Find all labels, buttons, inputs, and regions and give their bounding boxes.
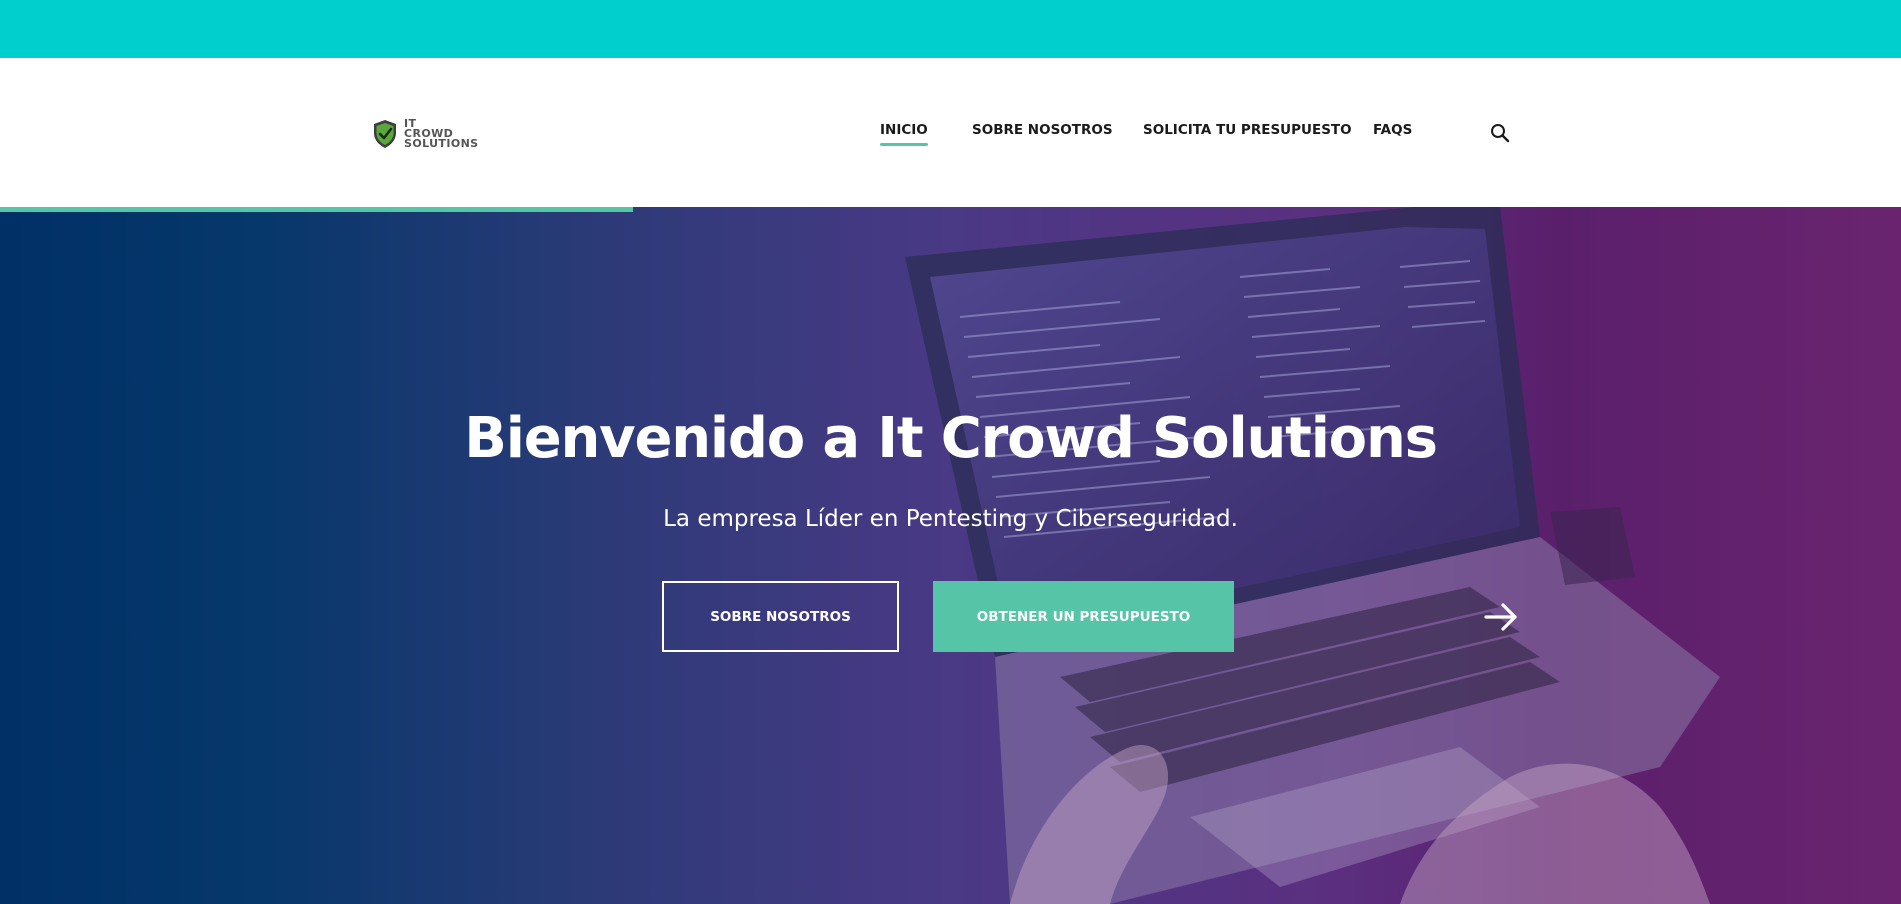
get-quote-button[interactable]: OBTENER UN PRESUPUESTO bbox=[933, 581, 1234, 652]
laptop-background-image bbox=[905, 207, 1720, 904]
nav-item-faqs[interactable]: FAQS bbox=[1373, 120, 1412, 140]
nav-item-inicio[interactable]: INICIO bbox=[880, 120, 928, 146]
search-button[interactable] bbox=[1488, 121, 1512, 145]
nav-item-solicita-presupuesto[interactable]: SOLICITA TU PRESUPUESTO bbox=[1143, 120, 1352, 140]
top-bar bbox=[0, 0, 1901, 58]
nav-item-sobre-nosotros[interactable]: SOBRE NOSOTROS bbox=[972, 120, 1113, 140]
arrow-right-icon bbox=[1484, 603, 1517, 631]
about-us-button[interactable]: SOBRE NOSOTROS bbox=[662, 581, 899, 652]
search-icon bbox=[1491, 124, 1510, 143]
hero-subtitle: La empresa Líder en Pentesting y Ciberse… bbox=[663, 506, 1238, 532]
next-slide-button[interactable] bbox=[1481, 597, 1521, 637]
hero-slider: Bienvenido a It Crowd Solutions La empre… bbox=[0, 207, 1901, 904]
site-header: IT CROWD SOLUTIONS INICIO SOBRE NOSOTROS… bbox=[0, 58, 1901, 207]
main-nav: INICIO SOBRE NOSOTROS SOLICITA TU PRESUP… bbox=[0, 58, 1901, 207]
slide-progress-bar bbox=[0, 207, 634, 212]
hero-title: Bienvenido a It Crowd Solutions bbox=[464, 406, 1438, 471]
